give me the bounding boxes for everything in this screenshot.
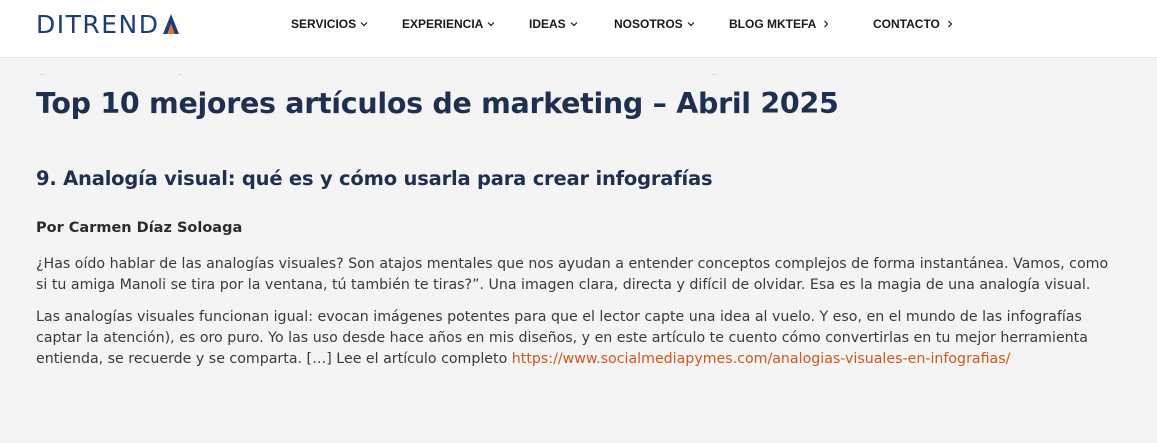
chevron-right-icon bbox=[822, 20, 830, 28]
nav-label: EXPERIENCIA bbox=[402, 17, 484, 31]
nav-item-experiencia[interactable]: EXPERIENCIA bbox=[402, 17, 495, 31]
nav-label: NOSOTROS bbox=[614, 17, 683, 31]
article-link[interactable]: https://www.socialmediapymes.com/analogi… bbox=[512, 351, 1011, 367]
site-header: DITREND SERVICIOS EXPERIENCIA IDEAS NOSO… bbox=[0, 0, 1157, 58]
paragraph-line: Las analogías visuales funcionan igual: … bbox=[36, 309, 1082, 325]
paragraph-line: captar la atención), es oro puro. Yo las… bbox=[36, 330, 1088, 346]
nav-label: IDEAS bbox=[529, 17, 566, 31]
chevron-down-icon bbox=[360, 20, 368, 28]
nav-label: CONTACTO bbox=[873, 17, 940, 31]
nav-item-servicios[interactable]: SERVICIOS bbox=[291, 17, 368, 31]
paragraph-text: entienda, se recuerde y se comparta. […]… bbox=[36, 351, 512, 367]
divider bbox=[178, 74, 182, 75]
chevron-down-icon bbox=[570, 20, 578, 28]
nav-label: BLOG MKTEFA bbox=[729, 17, 817, 31]
nav-item-blog-mktefa[interactable]: BLOG MKTEFA bbox=[729, 17, 830, 31]
divider bbox=[40, 74, 44, 75]
nav-item-contacto[interactable]: CONTACTO bbox=[873, 17, 954, 31]
nav-label: SERVICIOS bbox=[291, 17, 357, 31]
nav-item-ideas[interactable]: IDEAS bbox=[529, 17, 578, 31]
paragraph-line: si tu amiga Manoli se tira por la ventan… bbox=[36, 277, 1091, 293]
main-nav: SERVICIOS EXPERIENCIA IDEAS NOSOTROS BLO… bbox=[0, 0, 1157, 48]
page-title: Top 10 mejores artículos de marketing – … bbox=[36, 87, 839, 120]
article-paragraph: Las analogías visuales funcionan igual: … bbox=[36, 307, 1126, 370]
paragraph-line: ¿Has oído hablar de las analogías visual… bbox=[36, 256, 1109, 272]
chevron-down-icon bbox=[487, 20, 495, 28]
article-author: Por Carmen Díaz Soloaga bbox=[36, 220, 243, 236]
chevron-down-icon bbox=[687, 20, 695, 28]
article-paragraph: ¿Has oído hablar de las analogías visual… bbox=[36, 254, 1126, 296]
divider bbox=[712, 74, 716, 75]
paragraph-line-with-link: entienda, se recuerde y se comparta. […]… bbox=[36, 349, 1126, 370]
chevron-right-icon bbox=[946, 20, 954, 28]
section-title: 9. Analogía visual: qué es y cómo usarla… bbox=[36, 167, 713, 190]
nav-item-nosotros[interactable]: NOSOTROS bbox=[614, 17, 695, 31]
